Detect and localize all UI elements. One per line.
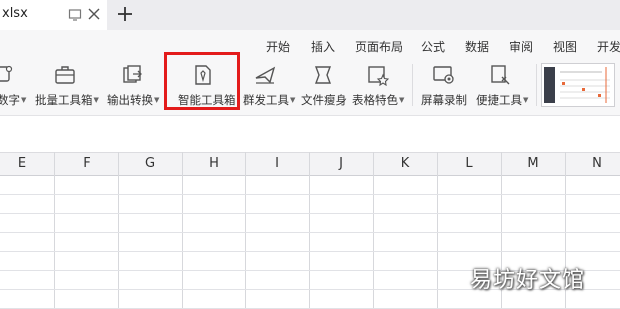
output-convert-button[interactable]: 输出转换▼	[106, 60, 160, 110]
grid-row-line	[0, 251, 620, 252]
template-thumbnail[interactable]	[541, 63, 615, 107]
screen-record-button[interactable]: 屏幕录制	[418, 60, 470, 110]
mass-send-label: 群发工具	[243, 93, 289, 107]
watermark-text: 易坊好文馆	[470, 268, 586, 293]
formula-bar-area[interactable]	[0, 116, 620, 157]
new-tab-plus-icon[interactable]	[116, 5, 134, 23]
menu-page-layout[interactable]: 页面布局	[355, 38, 403, 55]
column-header-h[interactable]: H	[204, 156, 224, 171]
handy-tools-icon	[491, 65, 510, 85]
number-tool-button[interactable]: 数字▼	[0, 60, 30, 110]
toolbox-icon	[55, 66, 75, 84]
handy-tools-button[interactable]: 便捷工具▼	[474, 60, 530, 110]
dropdown-caret-icon: ▼	[21, 96, 27, 104]
menu-view[interactable]: 视图	[553, 38, 577, 55]
menu-formulas[interactable]: 公式	[421, 38, 445, 55]
output-convert-label: 输出转换	[107, 93, 153, 107]
number-tool-label: 数字	[0, 93, 20, 107]
column-header-g[interactable]: G	[140, 156, 160, 171]
column-header-n[interactable]: N	[587, 156, 607, 171]
column-header-f[interactable]: F	[77, 156, 97, 171]
number-icon	[0, 65, 13, 82]
file-tab-name: xlsx	[2, 6, 28, 21]
file-slim-label: 文件瘦身	[301, 93, 347, 107]
column-header-l[interactable]: L	[459, 156, 479, 171]
export-icon	[123, 65, 142, 83]
screen-record-icon	[433, 66, 454, 84]
handy-tools-label: 便捷工具	[476, 93, 522, 107]
column-header-e[interactable]: E	[12, 156, 32, 171]
menu-review[interactable]: 审阅	[509, 38, 533, 55]
grid-column-line	[309, 152, 310, 309]
mass-send-icon	[255, 66, 276, 84]
menu-home[interactable]: 开始	[266, 38, 290, 55]
dropdown-caret-icon: ▼	[523, 96, 529, 104]
menu-insert[interactable]: 插入	[311, 38, 335, 55]
template-preview-image	[544, 67, 610, 103]
dropdown-caret-icon: ▼	[154, 96, 160, 104]
file-tab[interactable]: xlsx	[0, 0, 107, 30]
close-tab-icon[interactable]	[88, 8, 100, 20]
column-header-i[interactable]: I	[267, 156, 287, 171]
dropdown-caret-icon: ▼	[93, 96, 99, 104]
dropdown-caret-icon: ▼	[399, 96, 405, 104]
grid-column-line	[373, 152, 374, 309]
highlight-box	[164, 52, 240, 110]
toolbar-separator	[412, 64, 413, 106]
column-header-k[interactable]: K	[395, 156, 415, 171]
table-features-label: 表格特色	[352, 93, 398, 107]
grid-column-line	[182, 152, 183, 309]
grid-column-line	[118, 152, 119, 309]
file-slim-button[interactable]: 文件瘦身	[298, 60, 348, 110]
dropdown-caret-icon: ▼	[290, 96, 296, 104]
table-features-icon	[368, 66, 389, 86]
toolbar-separator	[536, 64, 537, 106]
menu-developer[interactable]: 开发	[597, 38, 620, 55]
grid-column-line	[437, 152, 438, 309]
screen-record-label: 屏幕录制	[421, 93, 467, 107]
file-slim-icon	[314, 66, 332, 84]
grid-row-line	[0, 232, 620, 233]
mass-send-button[interactable]: 群发工具▼	[240, 60, 296, 110]
table-features-button[interactable]: 表格特色▼	[352, 60, 408, 110]
grid-row-line	[0, 213, 620, 214]
grid-column-line	[54, 152, 55, 309]
column-header-m[interactable]: M	[523, 156, 543, 171]
column-header-j[interactable]: J	[331, 156, 351, 171]
grid-row-line	[0, 194, 620, 195]
window-pin-icon[interactable]	[68, 8, 82, 22]
batch-toolbox-button[interactable]: 批量工具箱▼	[34, 60, 100, 110]
batch-toolbox-label: 批量工具箱	[35, 93, 93, 107]
grid-column-line	[245, 152, 246, 309]
menu-data[interactable]: 数据	[465, 38, 489, 55]
